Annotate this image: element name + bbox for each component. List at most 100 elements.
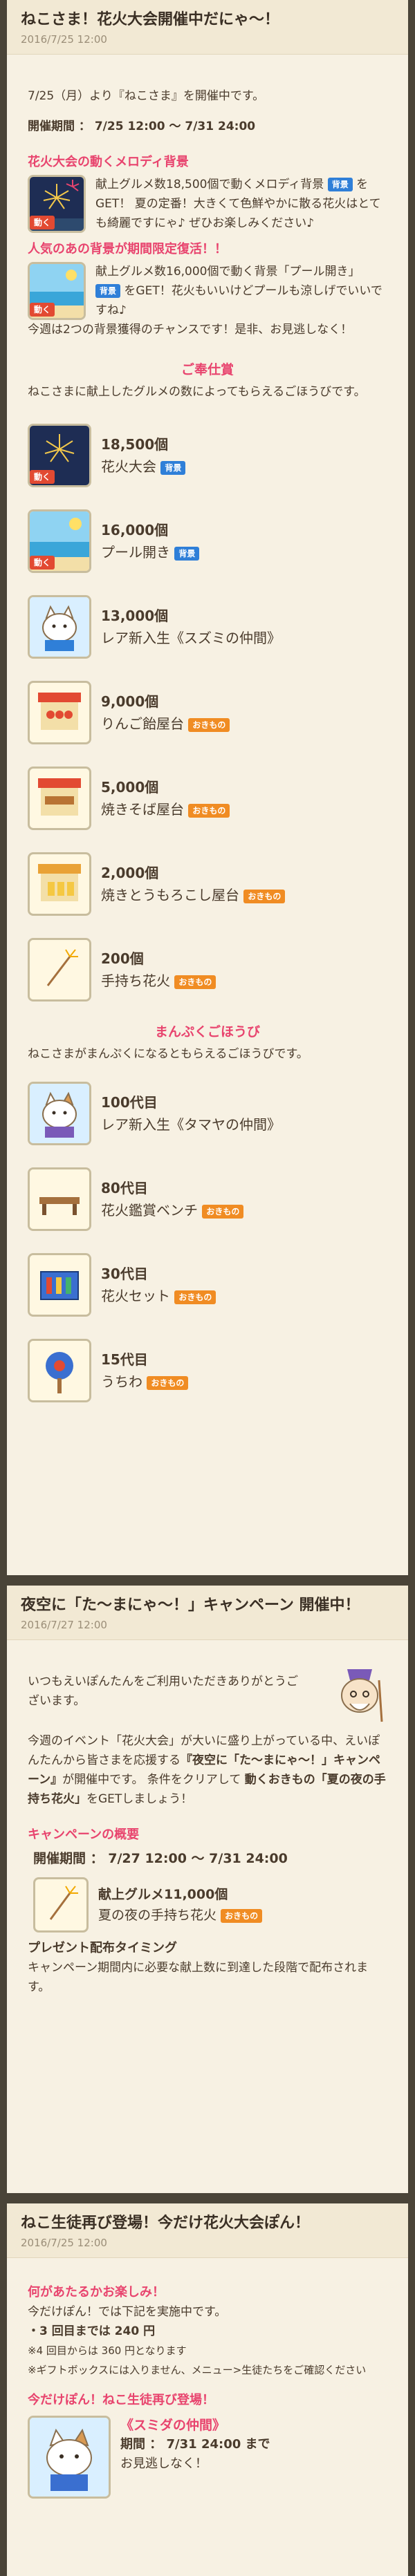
fullness-qty: 15代目 [101, 1351, 148, 1368]
fullness-name: レア新入生《タマヤの仲間》 [101, 1116, 281, 1133]
card-date: 2016/7/25 12:00 [21, 33, 107, 46]
sparkler-thumb [28, 938, 91, 1002]
cat-student-thumb [28, 595, 91, 659]
sparkler-icon [30, 940, 89, 999]
cat-student-thumb [28, 2416, 111, 2499]
student-period: 期間 ： 7/31 24:00 まで [120, 2437, 270, 2452]
reward-name: 焼きそば屋台 [101, 801, 184, 818]
yakisoba-stall-thumb [28, 767, 91, 830]
fullness-info: 100代目 レア新入生《タマヤの仲間》 [101, 1091, 281, 1136]
card-date: 2016/7/25 12:00 [21, 2237, 107, 2249]
timing-heading: プレゼント配布タイミング [28, 1941, 177, 1955]
fullness-info: 15代目 うちわ おきもの [101, 1348, 189, 1393]
campaign-period: 開催期間 ： 7/27 12:00 〜 7/31 24:00 [33, 1851, 288, 1866]
firework-set-icon [30, 1255, 89, 1315]
reward-badge: 背景 [160, 460, 186, 475]
stall-icon [38, 864, 81, 901]
fullness-heading: まんぷくごほうび [154, 1024, 260, 1040]
reward-info: 2,000個 焼きとうもろこし屋台 おきもの [101, 862, 286, 906]
news-card-fireworks[interactable]: ねこさま！花火大会開催中だにゃ〜！ 2016/7/25 12:00 7/25（月… [7, 0, 408, 1575]
cat-icon [30, 2418, 109, 2497]
reward-info: 18,500個 花火大会 背景 [101, 433, 186, 478]
reward-qty: 16,000個 [101, 522, 169, 538]
card-body: いつもえいぽんたんをご利用いただきありがとうございます。 今週のイベント「花火大… [7, 1640, 408, 2004]
body-c: をGETしましょう！ [86, 1792, 193, 1806]
pool-background-thumb: 動く [28, 262, 86, 320]
sparkler-icon [49, 1886, 78, 1920]
news-card-gacha[interactable]: ねこ生徒再び登場！今だけ花火大会ぽん！ 2016/7/25 12:00 何があた… [7, 2203, 408, 2576]
revival-row: 動く 献上グルメ数16,000個で動く背景「プール開き」 背景 をGET！花火も… [28, 262, 387, 320]
fullness-item: 100代目 レア新入生《タマヤの仲間》 [28, 1080, 387, 1147]
reward-name: レア新入生《スズミの仲間》 [101, 630, 281, 646]
reward-info: 200個 手持ち花火 おきもの [101, 948, 216, 992]
card-header: ねこさま！花火大会開催中だにゃ〜！ 2016/7/25 12:00 [7, 0, 408, 55]
moving-tag: 動く [30, 303, 55, 317]
bench-icon [30, 1169, 89, 1229]
student-name: 《スミダの仲間》 [120, 2418, 226, 2433]
reward-badge: おきもの [188, 717, 230, 732]
fan-icon [30, 1341, 89, 1400]
cat-student-thumb [28, 1082, 91, 1145]
moving-tag: 動く [30, 216, 55, 229]
reward-name: 焼きとうもろこし屋台 [101, 887, 239, 903]
reward-item: 動く 18,500個 花火大会 背景 [28, 422, 387, 489]
gacha-line4: ※ギフトボックスには入りません、メニュー>生徒たちをご確認ください [28, 2364, 367, 2376]
fullness-name: 花火セット [101, 1288, 170, 1304]
melody-description: 献上グルメ数18,500個で動くメロディ背景 背景 をGET！ 夏の定番！大きく… [95, 175, 387, 233]
gacha-heading: 何があたるかお楽しみ！ [28, 2285, 165, 2300]
fullness-info: 30代目 花火セット おきもの [101, 1263, 216, 1307]
fullness-qty: 30代目 [101, 1266, 148, 1282]
revival-text-b: をGET！花火もいいけどプールも涼しげでいいですね♪ [95, 284, 382, 317]
news-card-campaign[interactable]: 夜空に「た〜まにゃ〜！」キャンペーン 開催中！ 2016/7/27 12:00 … [7, 1586, 408, 2193]
stall-icon [38, 693, 81, 730]
reward-item: 200個 手持ち花火 おきもの [28, 937, 387, 1003]
fireworks-thumb: 動く [28, 424, 91, 487]
reward-info: 13,000個 レア新入生《スズミの仲間》 [101, 605, 281, 649]
cat-icon [30, 597, 89, 657]
card-title: ねこさま！花火大会開催中だにゃ〜！ [21, 11, 280, 28]
reward-qty: 9,000個 [101, 693, 159, 710]
fullness-badge: おきもの [174, 1290, 216, 1304]
card-body: 7/25（月）より『ねこさま』を開催中です。 開催期間 ： 7/25 12:00… [7, 55, 408, 1430]
reward-badge: おきもの [188, 803, 230, 818]
background-badge: 背景 [327, 178, 353, 191]
reward-heading: ご奉仕賞 [181, 362, 234, 377]
fullness-item: 15代目 うちわ おきもの [28, 1337, 387, 1404]
pool-thumb: 動く [28, 509, 91, 573]
melody-text-a: 献上グルメ数18,500個で動くメロディ背景 [95, 178, 324, 191]
background-badge: 背景 [95, 284, 121, 298]
reward-info: 9,000個 りんご飴屋台 おきもの [101, 690, 230, 735]
reward-item: 9,000個 りんご飴屋台 おきもの [28, 679, 387, 746]
student-item[interactable]: 《スミダの仲間》 期間 ： 7/31 24:00 まで お見逃しなく！ [28, 2416, 387, 2499]
fullness-badge: おきもの [147, 1375, 189, 1390]
reward-list: 動く 18,500個 花火大会 背景 動く 16,000個 プール開き 背景 1… [28, 422, 387, 1003]
reward-qty: 18,500個 [101, 436, 169, 453]
student-note: お見逃しなく！ [120, 2456, 208, 2471]
moving-tag: 動く [30, 470, 55, 484]
revival-note: 今週は2つの背景獲得のチャンスです！是非、お見逃しなく！ [28, 323, 353, 337]
reward-info: 5,000個 焼きそば屋台 おきもの [101, 776, 230, 820]
fullness-description: ねこさまがまんぷくになるともらえるごほうびです。 [28, 1047, 308, 1061]
campaign-item-qty: 献上グルメ11,000個 [98, 1887, 228, 1902]
fullness-list: 100代目 レア新入生《タマヤの仲間》 80代目 花火鑑賞ベンチ おきもの 30… [28, 1080, 387, 1404]
melody-row: 動く 献上グルメ数18,500個で動くメロディ背景 背景 をGET！ 夏の定番！… [28, 175, 387, 233]
fullness-item: 80代目 花火鑑賞ベンチ おきもの [28, 1166, 387, 1232]
cat-icon [30, 1084, 89, 1143]
card-header: ねこ生徒再び登場！今だけ花火大会ぽん！ 2016/7/25 12:00 [7, 2203, 408, 2258]
campaign-item-info: 献上グルメ11,000個 夏の夜の手持ち花火 おきもの [98, 1884, 263, 1926]
candy-apple-stall-thumb [28, 681, 91, 744]
reward-item: 13,000個 レア新入生《スズミの仲間》 [28, 594, 387, 660]
card-title: ねこ生徒再び登場！今だけ花火大会ぽん！ [21, 2215, 311, 2232]
card-header: 夜空に「た〜まにゃ〜！」キャンペーン 開催中！ 2016/7/27 12:00 [7, 1586, 408, 1640]
campaign-item-badge: おきもの [221, 1908, 263, 1923]
event-period: 開催期間 ： 7/25 12:00 〜 7/31 24:00 [28, 120, 256, 133]
stall-icon [38, 778, 81, 816]
greeting-text: いつもえいぽんたんをご利用いただきありがとうございます。 [28, 1675, 298, 1708]
bench-thumb [28, 1167, 91, 1231]
fullness-name: うちわ [101, 1373, 142, 1390]
firework-set-thumb [28, 1253, 91, 1317]
reward-description: ねこさまに献上したグルメの数によってもらえるごほうびです。 [28, 385, 366, 399]
revival-heading: 人気のあの背景が期間限定復活！！ [28, 242, 227, 256]
fullness-item: 30代目 花火セット おきもの [28, 1252, 387, 1318]
intro-text: 7/25（月）より『ねこさま』を開催中です。 [28, 89, 265, 103]
